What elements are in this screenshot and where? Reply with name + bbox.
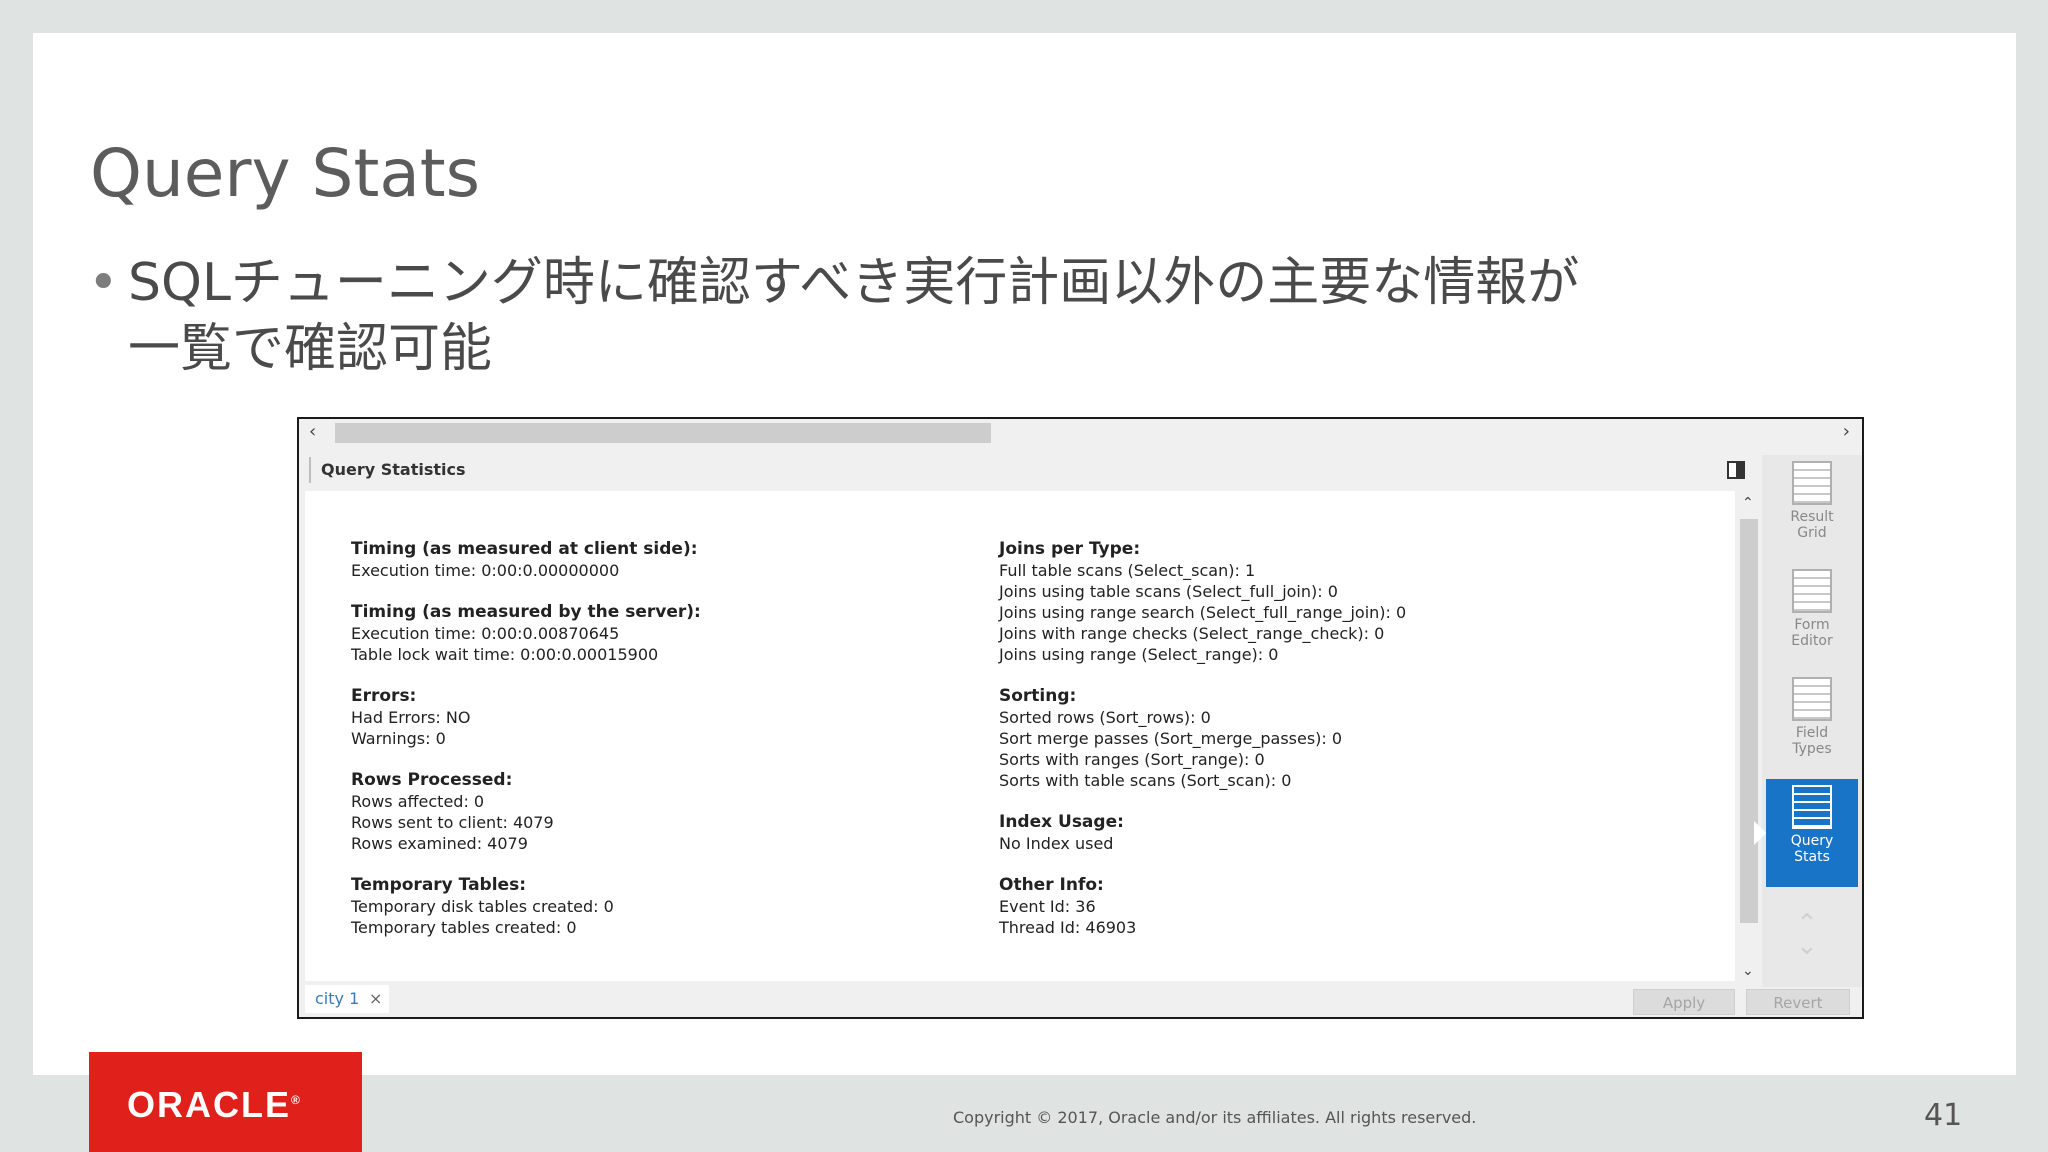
stats-line: Joins with range checks (Select_range_ch… — [999, 624, 1385, 643]
stats-section: Sorting: Sorted rows (Sort_rows): 0 Sort m… — [999, 686, 1406, 791]
stats-section: Other Info: Event Id: 36 Thread Id: 46903 — [999, 875, 1406, 938]
vertical-scrollbar[interactable]: ⌃ ⌄ — [1736, 491, 1762, 981]
sidebar-item-form-editor[interactable]: Form Editor — [1766, 563, 1858, 671]
stats-section-title: Index Usage: — [999, 812, 1124, 832]
sidebar-label: Form — [1794, 617, 1830, 633]
form-editor-icon — [1792, 569, 1832, 613]
scroll-down-icon[interactable]: ⌄ — [1742, 963, 1754, 979]
oracle-logo-text: ORACLE® — [127, 1084, 302, 1125]
stats-section: Joins per Type: Full table scans (Select_… — [999, 539, 1406, 665]
stats-section: Timing (as measured by the server): Execu… — [351, 602, 701, 665]
query-statistics-header: Query Statistics — [309, 457, 1721, 483]
sidebar-label: Grid — [1797, 525, 1827, 541]
bottom-toolbar: city 1 × Apply Revert — [299, 981, 1850, 1015]
bullet-dot-icon: • — [88, 253, 119, 313]
stats-section-title: Errors: — [351, 686, 417, 706]
stats-line: Warnings: 0 — [351, 729, 446, 748]
bullet-text-line1: SQLチューニング時に確認すべき実行計画以外の主要な情報が — [128, 253, 1580, 313]
stats-section-title: Rows Processed: — [351, 770, 513, 790]
oracle-logo: ORACLE® — [89, 1052, 362, 1152]
sidebar-label: Result — [1790, 509, 1834, 525]
horizontal-scroll-thumb[interactable] — [335, 423, 991, 443]
scroll-right-icon[interactable]: › — [1843, 421, 1850, 442]
close-icon[interactable]: × — [369, 985, 382, 1013]
tab-label: city 1 — [315, 989, 360, 1008]
sidebar-item-result-grid[interactable]: Result Grid — [1766, 455, 1858, 563]
stats-line: Temporary disk tables created: 0 — [351, 897, 614, 916]
stats-line: Sorts with ranges (Sort_range): 0 — [999, 750, 1265, 769]
sidebar-label: Stats — [1794, 849, 1830, 865]
result-grid-icon — [1792, 461, 1832, 505]
sidebar-nav-arrows[interactable]: ⌃ ⌄ — [1796, 911, 1818, 959]
stats-section: Rows Processed: Rows affected: 0 Rows sent… — [351, 770, 701, 854]
stats-line: Temporary tables created: 0 — [351, 918, 577, 937]
stats-line: No Index used — [999, 834, 1114, 853]
stats-line: Joins using range (Select_range): 0 — [999, 645, 1279, 664]
stats-line: Execution time: 0:00:0.00000000 — [351, 561, 620, 580]
stats-line: Table lock wait time: 0:00:0.00015900 — [351, 645, 659, 664]
sidebar-item-query-stats[interactable]: Query Stats — [1754, 779, 1858, 887]
toggle-panel-icon[interactable] — [1727, 461, 1745, 479]
stats-line: Rows examined: 4079 — [351, 834, 528, 853]
query-statistics-content: Timing (as measured at client side): Exec… — [305, 491, 1735, 981]
page-number: 41 — [1924, 1098, 1963, 1133]
stats-section: Temporary Tables: Temporary disk tables c… — [351, 875, 701, 938]
result-tab-city[interactable]: city 1 × — [305, 985, 389, 1013]
sidebar-label: Field — [1795, 725, 1829, 741]
horizontal-scrollbar[interactable]: ‹ › — [299, 419, 1862, 447]
bullet-text-line2: 一覧で確認可能 — [128, 319, 493, 379]
stats-section-title: Other Info: — [999, 875, 1104, 895]
scroll-up-icon[interactable]: ⌃ — [1742, 495, 1754, 511]
stats-line: Thread Id: 46903 — [999, 918, 1137, 937]
stats-section-title: Joins per Type: — [999, 539, 1141, 559]
sidebar-label: Editor — [1791, 633, 1833, 649]
stats-section-title: Timing (as measured at client side): — [351, 539, 698, 559]
sidebar-label: Query — [1790, 833, 1834, 849]
stats-section-title: Sorting: — [999, 686, 1077, 706]
revert-button[interactable]: Revert — [1746, 989, 1850, 1015]
vertical-scroll-thumb[interactable] — [1740, 519, 1758, 923]
stats-line: Rows sent to client: 4079 — [351, 813, 554, 832]
scroll-left-icon[interactable]: ‹ — [309, 421, 316, 442]
stats-line: Full table scans (Select_scan): 1 — [999, 561, 1256, 580]
chevron-down-icon[interactable]: ⌄ — [1796, 933, 1818, 959]
stats-section: Timing (as measured at client side): Exec… — [351, 539, 701, 581]
result-sidebar: Result Grid Form Editor Field Types Quer… — [1754, 455, 1862, 987]
query-stats-window: ‹ › Query Statistics Timing (as measured… — [297, 417, 1864, 1019]
stats-line: Sorts with table scans (Sort_scan): 0 — [999, 771, 1292, 790]
stats-line: Execution time: 0:00:0.00870645 — [351, 624, 620, 643]
query-stats-icon — [1792, 785, 1832, 829]
stats-left-column: Timing (as measured at client side): Exec… — [351, 539, 701, 959]
apply-button[interactable]: Apply — [1633, 989, 1735, 1015]
stats-line: Event Id: 36 — [999, 897, 1096, 916]
stats-section: Index Usage: No Index used — [999, 812, 1406, 854]
stats-section-title: Temporary Tables: — [351, 875, 526, 895]
stats-line: Sort merge passes (Sort_merge_passes): 0 — [999, 729, 1343, 748]
stats-section-title: Timing (as measured by the server): — [351, 602, 701, 622]
sidebar-item-field-types[interactable]: Field Types — [1766, 671, 1858, 779]
slide-title: Query Stats — [90, 135, 481, 212]
stats-line: Rows affected: 0 — [351, 792, 485, 811]
stats-right-column: Joins per Type: Full table scans (Select_… — [999, 539, 1406, 959]
stats-line: Joins using table scans (Select_full_joi… — [999, 582, 1338, 601]
stats-line: Sorted rows (Sort_rows): 0 — [999, 708, 1211, 727]
copyright-text: Copyright © 2017, Oracle and/or its affi… — [953, 1108, 1477, 1127]
stats-section: Errors: Had Errors: NO Warnings: 0 — [351, 686, 701, 749]
active-pointer-icon — [1754, 821, 1766, 845]
sidebar-label: Types — [1792, 741, 1832, 757]
stats-line: Joins using range search (Select_full_ra… — [999, 603, 1407, 622]
stats-line: Had Errors: NO — [351, 708, 471, 727]
field-types-icon — [1792, 677, 1832, 721]
